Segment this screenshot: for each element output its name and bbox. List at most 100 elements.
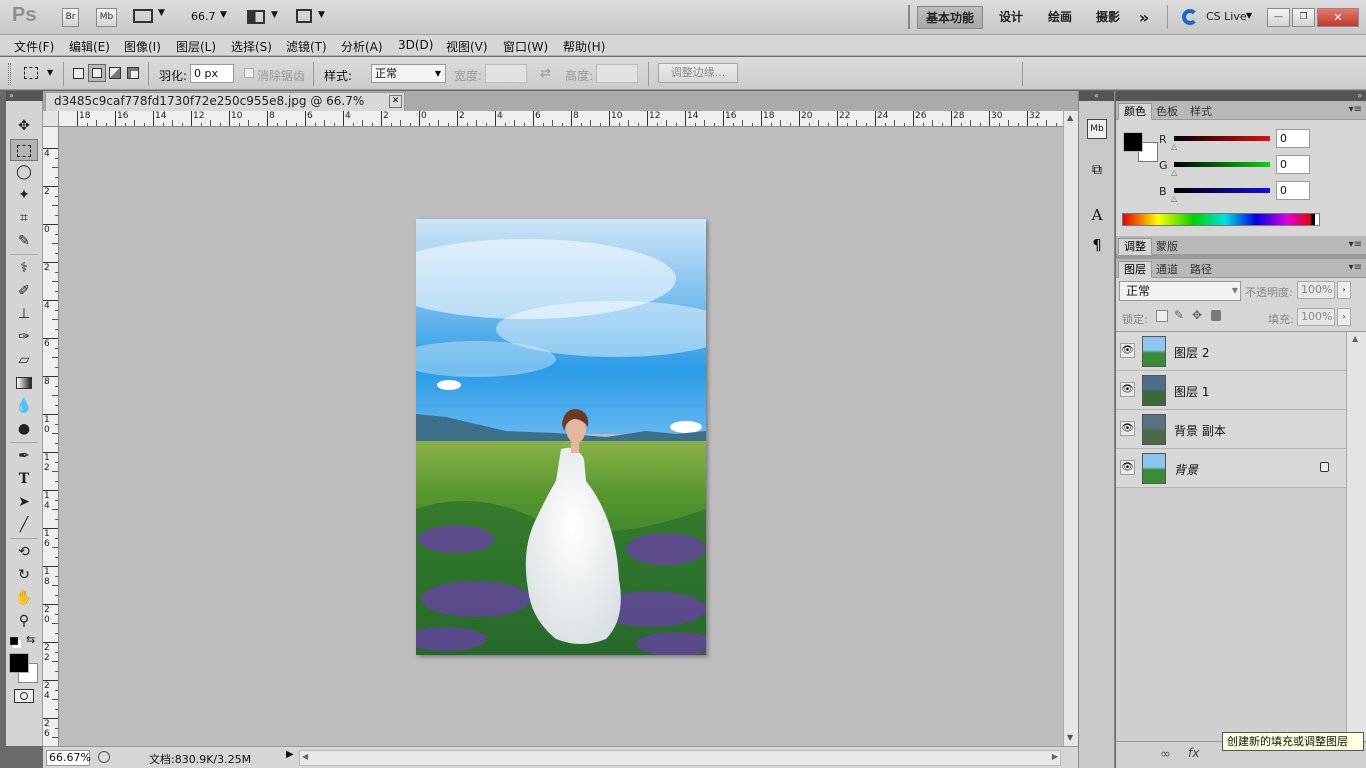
cs-live-icon[interactable] — [1182, 9, 1198, 25]
zoom-field[interactable]: 66.67% — [46, 750, 91, 766]
color-ramp[interactable] — [1122, 213, 1320, 226]
eraser-tool-icon[interactable]: ▱ — [10, 349, 38, 371]
zoom-level[interactable]: 66.7 — [191, 10, 216, 23]
lock-all-icon[interactable] — [1211, 310, 1221, 321]
lock-pixels-icon[interactable]: ✎ — [1174, 308, 1184, 322]
status-icon[interactable] — [98, 751, 110, 763]
new-selection-icon[interactable] — [73, 68, 84, 79]
scroll-up-icon[interactable]: ▲ — [1067, 113, 1073, 122]
menu-help[interactable]: 帮助(H) — [563, 38, 605, 55]
gradient-tool-icon[interactable] — [10, 372, 38, 394]
lock-transparency-icon[interactable] — [1156, 310, 1168, 322]
vertical-scrollbar[interactable]: ▲ ▼ — [1063, 111, 1078, 746]
vertical-ruler[interactable]: 4 2 0 2 4 6 8 1 0 1 2 1 4 1 6 1 8 2 0 2 2 2 4 2 6 — [43, 127, 59, 748]
workspace-painting[interactable]: 绘画 — [1042, 6, 1078, 29]
mini-bridge-panel-icon[interactable]: Mb — [1087, 119, 1107, 139]
document-tab[interactable]: d3485c9caf778fd1730f72e250c955e8.jpg @ 6… — [45, 92, 405, 125]
3d-rotate-tool-icon[interactable]: ⟲ — [10, 541, 38, 563]
workspace-essentials[interactable]: 基本功能 — [917, 6, 983, 29]
green-slider[interactable] — [1174, 162, 1270, 167]
lasso-tool-icon[interactable]: ◯ — [10, 161, 38, 183]
chevron-down-icon[interactable]: ▼ — [318, 10, 325, 20]
type-tool-icon[interactable]: T — [10, 468, 38, 490]
layers-scrollbar[interactable]: ▲ — [1346, 332, 1366, 742]
marquee-tool-icon[interactable] — [10, 139, 38, 161]
tab-swatches[interactable]: 色板 — [1150, 103, 1184, 120]
arrange-documents-icon[interactable] — [247, 10, 265, 24]
scroll-right-icon[interactable]: ▶ — [1052, 752, 1058, 761]
fill-input[interactable]: 100% — [1297, 308, 1335, 326]
red-slider[interactable] — [1174, 136, 1270, 141]
character-panel-icon[interactable]: A — [1087, 206, 1107, 226]
tab-layers[interactable]: 图层 — [1118, 261, 1152, 278]
swap-colors-icon[interactable]: ⇆ — [26, 633, 35, 646]
zoom-tool-icon[interactable]: ⚲ — [10, 610, 38, 632]
chevron-down-icon[interactable]: ▼ — [47, 68, 53, 77]
default-colors-icon[interactable] — [10, 637, 18, 645]
paragraph-panel-icon[interactable]: ¶ — [1087, 236, 1107, 256]
chevron-down-icon[interactable]: ▼ — [271, 10, 278, 20]
horizontal-ruler[interactable]: 18 16 14 12 10 8 6 4 2 0 2 4 6 8 10 12 14 16 18 20 22 24 26 28 3… — [59, 111, 1063, 127]
tab-masks[interactable]: 蒙版 — [1150, 238, 1184, 255]
close-document-icon[interactable]: ✕ — [389, 95, 402, 108]
workspace-design[interactable]: 设计 — [993, 6, 1029, 29]
document-image[interactable] — [416, 219, 706, 655]
scroll-down-icon[interactable]: ▼ — [1067, 733, 1073, 742]
chevron-down-icon[interactable]: ▼ — [1246, 11, 1252, 20]
menu-view[interactable]: 视图(V) — [446, 38, 488, 55]
line-tool-icon[interactable]: ╱ — [10, 514, 38, 536]
clone-stamp-tool-icon[interactable]: ⊥ — [10, 303, 38, 325]
style-select[interactable]: 正常 ▼ — [371, 64, 446, 83]
antialias-checkbox[interactable] — [244, 68, 254, 78]
blend-mode-select[interactable]: 正常 ▼ — [1119, 281, 1241, 301]
blue-value[interactable]: 0 — [1276, 181, 1310, 200]
blur-tool-icon[interactable]: 💧 — [10, 395, 38, 417]
width-input[interactable] — [485, 64, 527, 83]
chevron-right-icon[interactable]: › — [1337, 308, 1351, 326]
cs-live-label[interactable]: CS Live — [1206, 10, 1247, 23]
history-brush-tool-icon[interactable]: ✑ — [10, 326, 38, 348]
dodge-tool-icon[interactable]: ● — [10, 418, 38, 440]
opacity-input[interactable]: 100% — [1297, 281, 1335, 299]
menu-window[interactable]: 窗口(W) — [503, 38, 548, 55]
mini-bridge-button[interactable]: Mb — [96, 8, 117, 27]
screen-mode-icon[interactable] — [296, 9, 312, 23]
visibility-eye-icon[interactable]: 👁 — [1120, 460, 1135, 475]
marquee-preset-icon[interactable] — [24, 67, 38, 79]
foreground-color-swatch[interactable] — [1123, 132, 1143, 152]
chevron-right-icon[interactable]: › — [1337, 281, 1351, 299]
maximize-button[interactable]: ❐ — [1292, 8, 1315, 27]
horizontal-scrollbar[interactable]: ◀ ▶ — [299, 750, 1061, 766]
scroll-left-icon[interactable]: ◀ — [302, 752, 308, 761]
crop-tool-icon[interactable]: ⌗ — [10, 207, 38, 229]
red-value[interactable]: 0 — [1276, 129, 1310, 148]
blue-slider[interactable] — [1174, 188, 1270, 193]
quick-selection-tool-icon[interactable]: ✦ — [10, 184, 38, 206]
menu-file[interactable]: 文件(F) — [14, 38, 54, 55]
panel-menu-icon[interactable]: ▾≡ — [1349, 104, 1362, 115]
scroll-up-icon[interactable]: ▲ — [1352, 334, 1358, 343]
hand-tool-icon[interactable]: ✋ — [10, 587, 38, 609]
subtract-selection-icon[interactable] — [109, 67, 121, 79]
intersect-selection-icon[interactable] — [127, 67, 139, 79]
visibility-eye-icon[interactable]: 👁 — [1120, 382, 1135, 397]
brush-tool-icon[interactable]: ✐ — [10, 280, 38, 302]
3d-orbit-tool-icon[interactable]: ↻ — [10, 564, 38, 586]
menu-filter[interactable]: 滤镜(T) — [286, 38, 327, 55]
bridge-button[interactable]: Br — [62, 8, 79, 27]
menu-layer[interactable]: 图层(L) — [176, 38, 216, 55]
add-selection-button[interactable] — [88, 64, 106, 82]
tab-styles[interactable]: 样式 — [1184, 103, 1218, 120]
quick-mask-icon[interactable] — [14, 689, 34, 703]
slider-thumb-icon[interactable]: △ — [1171, 168, 1177, 177]
slider-thumb-icon[interactable]: △ — [1171, 142, 1177, 151]
more-workspaces-icon[interactable]: » — [1134, 6, 1154, 29]
menu-image[interactable]: 图像(I) — [124, 38, 161, 55]
chevron-down-icon[interactable]: ▼ — [158, 8, 165, 18]
menu-select[interactable]: 选择(S) — [231, 38, 272, 55]
lock-position-icon[interactable]: ✥ — [1192, 308, 1202, 322]
menu-3d[interactable]: 3D(D) — [398, 38, 433, 52]
status-menu-icon[interactable]: ▶ — [286, 749, 294, 760]
height-input[interactable] — [596, 64, 638, 83]
layer-row[interactable]: 👁 背景 — [1116, 449, 1346, 488]
